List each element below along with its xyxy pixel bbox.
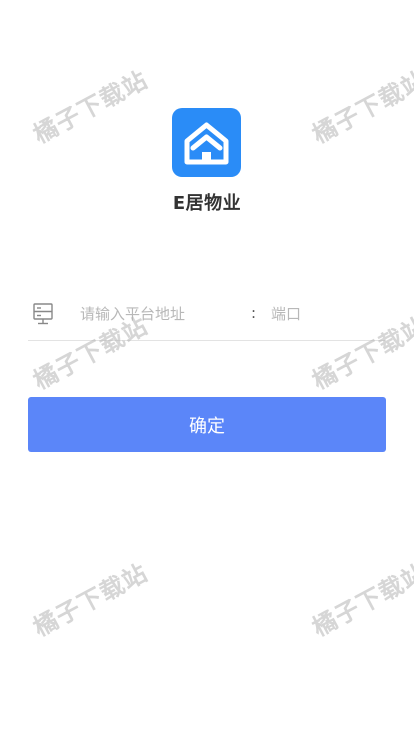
confirm-button[interactable]: 确定: [28, 397, 386, 452]
watermark: 橘子下载站: [28, 65, 153, 150]
server-icon: [33, 303, 53, 325]
address-port-separator: :: [251, 304, 257, 322]
server-address-row: :: [28, 293, 385, 341]
watermark: 橘子下载站: [307, 65, 414, 150]
watermark: 橘子下载站: [28, 558, 153, 643]
house-icon: [184, 122, 229, 165]
app-logo: [172, 108, 241, 177]
platform-address-input[interactable]: [80, 302, 245, 326]
port-input[interactable]: [271, 302, 381, 326]
watermark: 橘子下载站: [307, 558, 414, 643]
app-name: E居物业: [172, 193, 242, 214]
